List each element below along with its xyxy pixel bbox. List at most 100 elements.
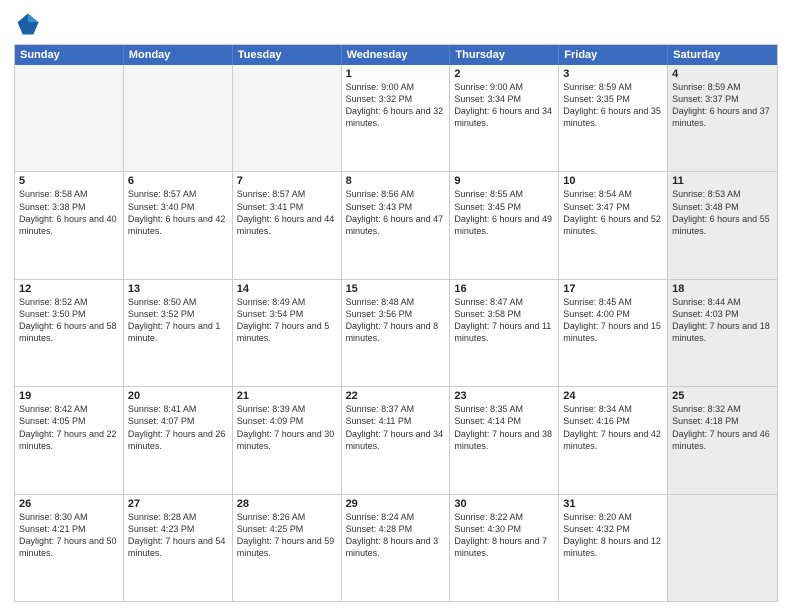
cal-cell-r0c3: 1Sunrise: 9:00 AM Sunset: 3:32 PM Daylig… xyxy=(342,65,451,171)
cal-cell-r0c2 xyxy=(233,65,342,171)
cal-cell-r1c3: 8Sunrise: 8:56 AM Sunset: 3:43 PM Daylig… xyxy=(342,172,451,278)
cell-text: Sunrise: 8:56 AM Sunset: 3:43 PM Dayligh… xyxy=(346,188,446,237)
cal-cell-r3c3: 22Sunrise: 8:37 AM Sunset: 4:11 PM Dayli… xyxy=(342,387,451,493)
cal-cell-r3c0: 19Sunrise: 8:42 AM Sunset: 4:05 PM Dayli… xyxy=(15,387,124,493)
cal-cell-r4c1: 27Sunrise: 8:28 AM Sunset: 4:23 PM Dayli… xyxy=(124,495,233,601)
cell-text: Sunrise: 8:45 AM Sunset: 4:00 PM Dayligh… xyxy=(563,296,663,345)
cal-cell-r3c2: 21Sunrise: 8:39 AM Sunset: 4:09 PM Dayli… xyxy=(233,387,342,493)
cal-cell-r2c3: 15Sunrise: 8:48 AM Sunset: 3:56 PM Dayli… xyxy=(342,280,451,386)
cell-text: Sunrise: 8:59 AM Sunset: 3:37 PM Dayligh… xyxy=(672,81,773,130)
cal-cell-r2c4: 16Sunrise: 8:47 AM Sunset: 3:58 PM Dayli… xyxy=(450,280,559,386)
calendar-row-2: 12Sunrise: 8:52 AM Sunset: 3:50 PM Dayli… xyxy=(15,279,777,386)
day-number: 15 xyxy=(346,283,446,295)
cal-cell-r0c5: 3Sunrise: 8:59 AM Sunset: 3:35 PM Daylig… xyxy=(559,65,668,171)
cal-cell-r1c1: 6Sunrise: 8:57 AM Sunset: 3:40 PM Daylig… xyxy=(124,172,233,278)
day-number: 10 xyxy=(563,175,663,187)
weekday-header-thursday: Thursday xyxy=(450,45,559,65)
cell-text: Sunrise: 8:57 AM Sunset: 3:41 PM Dayligh… xyxy=(237,188,337,237)
calendar-body: 1Sunrise: 9:00 AM Sunset: 3:32 PM Daylig… xyxy=(15,65,777,601)
cell-text: Sunrise: 8:55 AM Sunset: 3:45 PM Dayligh… xyxy=(454,188,554,237)
cell-text: Sunrise: 8:39 AM Sunset: 4:09 PM Dayligh… xyxy=(237,403,337,452)
calendar-row-4: 26Sunrise: 8:30 AM Sunset: 4:21 PM Dayli… xyxy=(15,494,777,601)
day-number: 21 xyxy=(237,390,337,402)
day-number: 23 xyxy=(454,390,554,402)
cell-text: Sunrise: 8:37 AM Sunset: 4:11 PM Dayligh… xyxy=(346,403,446,452)
calendar-row-1: 5Sunrise: 8:58 AM Sunset: 3:38 PM Daylig… xyxy=(15,171,777,278)
day-number: 19 xyxy=(19,390,119,402)
day-number: 6 xyxy=(128,175,228,187)
cell-text: Sunrise: 8:26 AM Sunset: 4:25 PM Dayligh… xyxy=(237,511,337,560)
day-number: 14 xyxy=(237,283,337,295)
cell-text: Sunrise: 8:50 AM Sunset: 3:52 PM Dayligh… xyxy=(128,296,228,345)
day-number: 1 xyxy=(346,68,446,80)
cal-cell-r1c4: 9Sunrise: 8:55 AM Sunset: 3:45 PM Daylig… xyxy=(450,172,559,278)
cal-cell-r2c2: 14Sunrise: 8:49 AM Sunset: 3:54 PM Dayli… xyxy=(233,280,342,386)
weekday-header-sunday: Sunday xyxy=(15,45,124,65)
cell-text: Sunrise: 8:53 AM Sunset: 3:48 PM Dayligh… xyxy=(672,188,773,237)
logo xyxy=(14,10,46,38)
cal-cell-r3c5: 24Sunrise: 8:34 AM Sunset: 4:16 PM Dayli… xyxy=(559,387,668,493)
cell-text: Sunrise: 8:42 AM Sunset: 4:05 PM Dayligh… xyxy=(19,403,119,452)
cal-cell-r3c4: 23Sunrise: 8:35 AM Sunset: 4:14 PM Dayli… xyxy=(450,387,559,493)
weekday-header-friday: Friday xyxy=(559,45,668,65)
day-number: 4 xyxy=(672,68,773,80)
cell-text: Sunrise: 8:58 AM Sunset: 3:38 PM Dayligh… xyxy=(19,188,119,237)
cell-text: Sunrise: 8:49 AM Sunset: 3:54 PM Dayligh… xyxy=(237,296,337,345)
cal-cell-r4c5: 31Sunrise: 8:20 AM Sunset: 4:32 PM Dayli… xyxy=(559,495,668,601)
header xyxy=(14,10,778,38)
day-number: 20 xyxy=(128,390,228,402)
cal-cell-r1c6: 11Sunrise: 8:53 AM Sunset: 3:48 PM Dayli… xyxy=(668,172,777,278)
cell-text: Sunrise: 8:34 AM Sunset: 4:16 PM Dayligh… xyxy=(563,403,663,452)
cell-text: Sunrise: 8:28 AM Sunset: 4:23 PM Dayligh… xyxy=(128,511,228,560)
cell-text: Sunrise: 8:22 AM Sunset: 4:30 PM Dayligh… xyxy=(454,511,554,560)
cell-text: Sunrise: 8:54 AM Sunset: 3:47 PM Dayligh… xyxy=(563,188,663,237)
day-number: 30 xyxy=(454,498,554,510)
cal-cell-r4c4: 30Sunrise: 8:22 AM Sunset: 4:30 PM Dayli… xyxy=(450,495,559,601)
cell-text: Sunrise: 8:47 AM Sunset: 3:58 PM Dayligh… xyxy=(454,296,554,345)
cal-cell-r2c6: 18Sunrise: 8:44 AM Sunset: 4:03 PM Dayli… xyxy=(668,280,777,386)
cal-cell-r3c1: 20Sunrise: 8:41 AM Sunset: 4:07 PM Dayli… xyxy=(124,387,233,493)
weekday-header-saturday: Saturday xyxy=(668,45,777,65)
cal-cell-r3c6: 25Sunrise: 8:32 AM Sunset: 4:18 PM Dayli… xyxy=(668,387,777,493)
calendar-row-0: 1Sunrise: 9:00 AM Sunset: 3:32 PM Daylig… xyxy=(15,65,777,171)
day-number: 17 xyxy=(563,283,663,295)
cell-text: Sunrise: 8:24 AM Sunset: 4:28 PM Dayligh… xyxy=(346,511,446,560)
cell-text: Sunrise: 9:00 AM Sunset: 3:32 PM Dayligh… xyxy=(346,81,446,130)
calendar: SundayMondayTuesdayWednesdayThursdayFrid… xyxy=(14,44,778,602)
cal-cell-r0c4: 2Sunrise: 9:00 AM Sunset: 3:34 PM Daylig… xyxy=(450,65,559,171)
cal-cell-r0c6: 4Sunrise: 8:59 AM Sunset: 3:37 PM Daylig… xyxy=(668,65,777,171)
day-number: 2 xyxy=(454,68,554,80)
cell-text: Sunrise: 9:00 AM Sunset: 3:34 PM Dayligh… xyxy=(454,81,554,130)
day-number: 18 xyxy=(672,283,773,295)
day-number: 9 xyxy=(454,175,554,187)
calendar-row-3: 19Sunrise: 8:42 AM Sunset: 4:05 PM Dayli… xyxy=(15,386,777,493)
cell-text: Sunrise: 8:35 AM Sunset: 4:14 PM Dayligh… xyxy=(454,403,554,452)
day-number: 3 xyxy=(563,68,663,80)
day-number: 28 xyxy=(237,498,337,510)
weekday-header-tuesday: Tuesday xyxy=(233,45,342,65)
cal-cell-r0c1 xyxy=(124,65,233,171)
cell-text: Sunrise: 8:30 AM Sunset: 4:21 PM Dayligh… xyxy=(19,511,119,560)
cal-cell-r1c5: 10Sunrise: 8:54 AM Sunset: 3:47 PM Dayli… xyxy=(559,172,668,278)
cal-cell-r0c0 xyxy=(15,65,124,171)
cell-text: Sunrise: 8:41 AM Sunset: 4:07 PM Dayligh… xyxy=(128,403,228,452)
day-number: 12 xyxy=(19,283,119,295)
cal-cell-r2c5: 17Sunrise: 8:45 AM Sunset: 4:00 PM Dayli… xyxy=(559,280,668,386)
day-number: 22 xyxy=(346,390,446,402)
cell-text: Sunrise: 8:59 AM Sunset: 3:35 PM Dayligh… xyxy=(563,81,663,130)
cal-cell-r1c2: 7Sunrise: 8:57 AM Sunset: 3:41 PM Daylig… xyxy=(233,172,342,278)
cal-cell-r4c6 xyxy=(668,495,777,601)
day-number: 31 xyxy=(563,498,663,510)
day-number: 7 xyxy=(237,175,337,187)
day-number: 25 xyxy=(672,390,773,402)
page: SundayMondayTuesdayWednesdayThursdayFrid… xyxy=(0,0,792,612)
day-number: 26 xyxy=(19,498,119,510)
cal-cell-r4c2: 28Sunrise: 8:26 AM Sunset: 4:25 PM Dayli… xyxy=(233,495,342,601)
cell-text: Sunrise: 8:57 AM Sunset: 3:40 PM Dayligh… xyxy=(128,188,228,237)
cell-text: Sunrise: 8:52 AM Sunset: 3:50 PM Dayligh… xyxy=(19,296,119,345)
day-number: 16 xyxy=(454,283,554,295)
cell-text: Sunrise: 8:44 AM Sunset: 4:03 PM Dayligh… xyxy=(672,296,773,345)
cal-cell-r4c3: 29Sunrise: 8:24 AM Sunset: 4:28 PM Dayli… xyxy=(342,495,451,601)
weekday-header-wednesday: Wednesday xyxy=(342,45,451,65)
cal-cell-r2c1: 13Sunrise: 8:50 AM Sunset: 3:52 PM Dayli… xyxy=(124,280,233,386)
